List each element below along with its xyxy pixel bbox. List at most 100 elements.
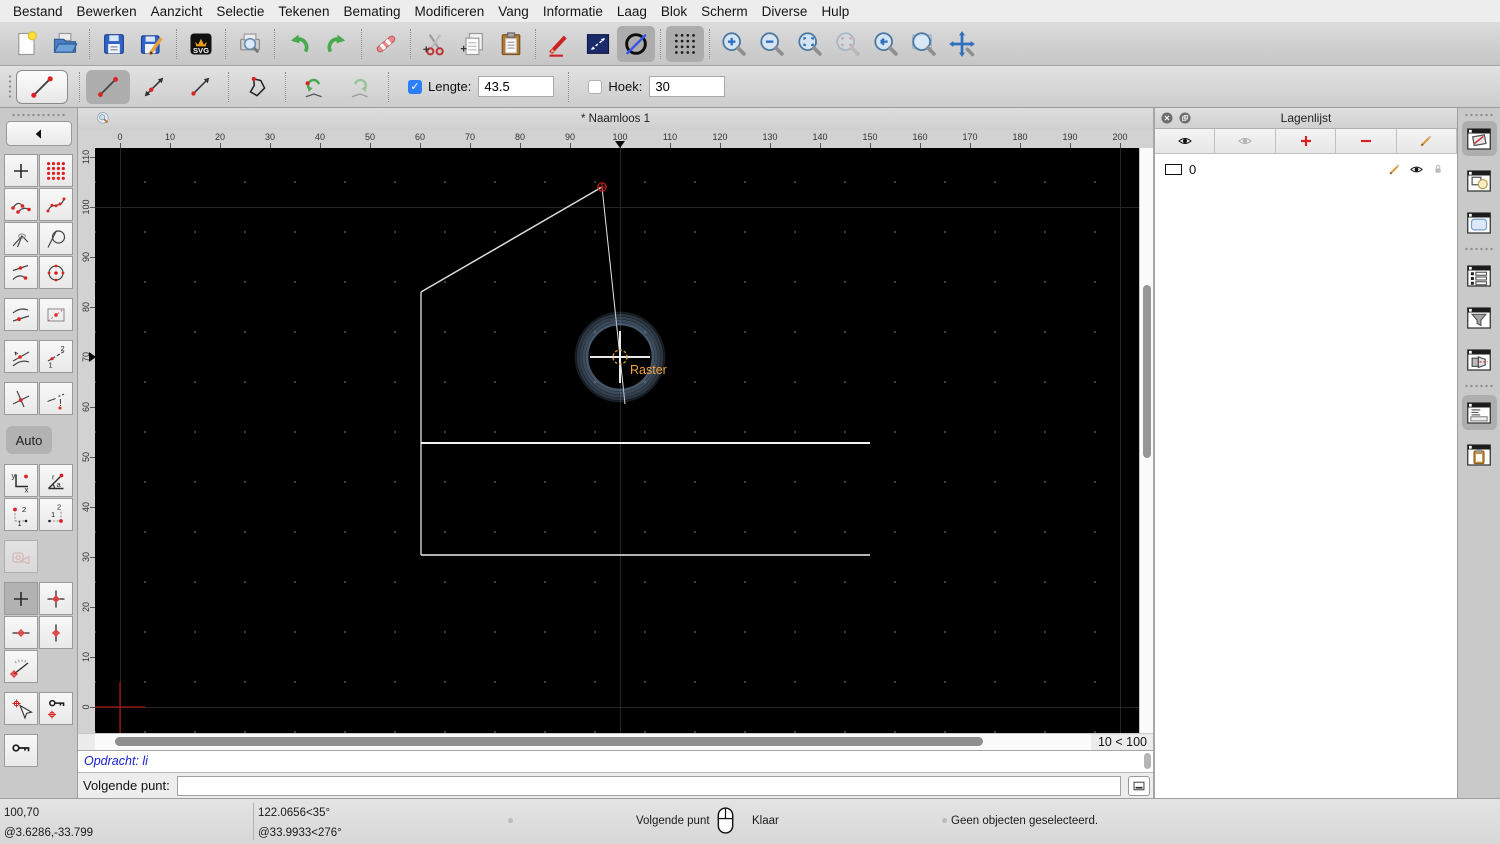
selection-filter-panel-button[interactable] xyxy=(1462,300,1497,335)
close-panel-icon[interactable] xyxy=(1160,111,1174,125)
line-ray-button[interactable] xyxy=(178,70,222,104)
relative-cartesian-button[interactable]: 12 xyxy=(4,498,38,531)
property-editor-panel-button[interactable] xyxy=(1462,258,1497,293)
paste-button[interactable] xyxy=(492,26,530,62)
drawing-canvas[interactable]: Raster xyxy=(95,148,1139,733)
previous-view-button[interactable] xyxy=(867,26,905,62)
back-button[interactable] xyxy=(5,121,72,146)
drawing-preferences-button[interactable] xyxy=(541,26,579,62)
block-list-panel-button[interactable] xyxy=(1462,163,1497,198)
cut-button[interactable] xyxy=(416,26,454,62)
dock-drag-handle[interactable] xyxy=(1464,113,1494,117)
lock-relative-zero-button[interactable] xyxy=(39,692,73,725)
restrict-orthogonal-button[interactable] xyxy=(39,582,73,615)
restrict-vertical-button[interactable] xyxy=(39,616,73,649)
snap-distance-manual-button[interactable] xyxy=(4,298,38,331)
auto-zoom-button[interactable] xyxy=(791,26,829,62)
menu-diverse[interactable]: Diverse xyxy=(755,4,815,19)
open-file-button[interactable] xyxy=(46,26,84,62)
set-relative-zero-button[interactable] xyxy=(4,692,38,725)
command-panel-button[interactable] xyxy=(1128,775,1150,796)
layer-list-panel-button[interactable] xyxy=(1461,121,1497,156)
zoom-out-button[interactable] xyxy=(753,26,791,62)
erase-button[interactable] xyxy=(367,26,405,62)
restrict-horizontal-button[interactable] xyxy=(4,616,38,649)
pan-button[interactable] xyxy=(943,26,981,62)
relative-polar-button[interactable]: 12 xyxy=(39,498,73,531)
length-input[interactable] xyxy=(478,76,555,97)
undo-button[interactable] xyxy=(280,26,318,62)
snap-reference-button[interactable] xyxy=(39,298,73,331)
length-checkbox[interactable] xyxy=(408,79,422,94)
snap-perpendicular-button[interactable] xyxy=(4,222,38,255)
snap-distance-button[interactable] xyxy=(4,256,38,289)
clipboard-panel-button[interactable] xyxy=(1462,437,1497,472)
line-bidirectional-button[interactable] xyxy=(132,70,176,104)
grid-toggle-button[interactable] xyxy=(666,25,704,62)
angle-restriction-button[interactable] xyxy=(4,650,38,683)
history-scrollbar-thumb[interactable] xyxy=(1144,753,1151,769)
float-panel-icon[interactable] xyxy=(1178,111,1192,125)
angle-checkbox[interactable] xyxy=(588,79,603,94)
palette-drag-handle[interactable] xyxy=(10,113,67,117)
snap-center-button[interactable] xyxy=(39,256,73,289)
snap-endpoints-button[interactable] xyxy=(4,188,38,221)
menu-bestand[interactable]: Bestand xyxy=(6,4,70,19)
snap-tangent-point-button[interactable] xyxy=(4,340,38,373)
restriction-locked-button[interactable] xyxy=(4,540,38,573)
undo-segment-button[interactable] xyxy=(292,70,336,104)
document-titlebar[interactable]: * Naamloos 1 xyxy=(78,108,1153,130)
command-input[interactable] xyxy=(176,775,1121,796)
remove-layer-button[interactable] xyxy=(1336,129,1397,153)
library-browser-panel-button[interactable] xyxy=(1462,205,1497,240)
relative-zero-key-button[interactable] xyxy=(4,734,38,767)
snap-grid-button[interactable] xyxy=(39,154,73,187)
vertical-scrollbar[interactable] xyxy=(1139,148,1153,733)
snap-free-button[interactable] xyxy=(4,154,38,187)
save-button[interactable] xyxy=(95,26,133,62)
show-all-layers-button[interactable] xyxy=(1155,129,1216,153)
svg-export-button[interactable]: SVG xyxy=(182,26,220,62)
restrict-off-button[interactable] xyxy=(4,582,38,615)
line-segment-button[interactable] xyxy=(86,69,130,104)
reference-manager-panel-button[interactable] xyxy=(1462,342,1497,377)
polyline-from-segments-button[interactable] xyxy=(235,70,279,104)
vertical-scrollbar-thumb[interactable] xyxy=(1142,285,1151,458)
menu-aanzicht[interactable]: Aanzicht xyxy=(144,4,210,19)
snap-on-entity-button[interactable] xyxy=(39,188,73,221)
angle-input[interactable] xyxy=(649,76,726,97)
draft-mode-button[interactable] xyxy=(617,25,655,62)
menu-bewerken[interactable]: Bewerken xyxy=(70,4,144,19)
snap-distance-12-button[interactable]: 12 xyxy=(39,340,73,373)
layer-row[interactable]: 0 xyxy=(1155,158,1457,180)
menu-informatie[interactable]: Informatie xyxy=(536,4,610,19)
coordinate-cartesian-button[interactable]: yx xyxy=(4,464,38,497)
dimension-preferences-button[interactable] xyxy=(579,26,617,62)
menu-modificeren[interactable]: Modificeren xyxy=(408,4,492,19)
line-tool-button[interactable] xyxy=(16,69,68,104)
zoom-window-button[interactable] xyxy=(905,26,943,62)
edit-layer-button[interactable] xyxy=(1396,129,1458,153)
toolbar-drag-handle[interactable] xyxy=(8,73,12,100)
menu-laag[interactable]: Laag xyxy=(610,4,654,19)
snap-intersection-manual-button[interactable]: ! xyxy=(39,382,73,415)
menu-vang[interactable]: Vang xyxy=(491,4,536,19)
zoom-selection-button[interactable] xyxy=(829,26,867,62)
coordinate-polar-button[interactable]: ra xyxy=(39,464,73,497)
save-as-button[interactable] xyxy=(133,26,171,62)
menu-hulp[interactable]: Hulp xyxy=(814,4,856,19)
menu-tekenen[interactable]: Tekenen xyxy=(271,4,336,19)
redo-segment-button[interactable] xyxy=(338,70,382,104)
add-layer-button[interactable] xyxy=(1275,129,1337,153)
layer-color-swatch[interactable] xyxy=(1165,163,1182,175)
menu-blok[interactable]: Blok xyxy=(654,4,694,19)
command-line-panel-button[interactable] xyxy=(1461,395,1497,430)
new-document-button[interactable] xyxy=(8,26,46,62)
horizontal-scrollbar[interactable] xyxy=(95,734,1091,750)
menu-scherm[interactable]: Scherm xyxy=(694,4,755,19)
snap-tangential-button[interactable] xyxy=(39,222,73,255)
copy-button[interactable] xyxy=(454,26,492,62)
print-preview-button[interactable] xyxy=(231,26,269,62)
menu-bemating[interactable]: Bemating xyxy=(336,4,407,19)
horizontal-scrollbar-thumb[interactable] xyxy=(115,737,983,746)
